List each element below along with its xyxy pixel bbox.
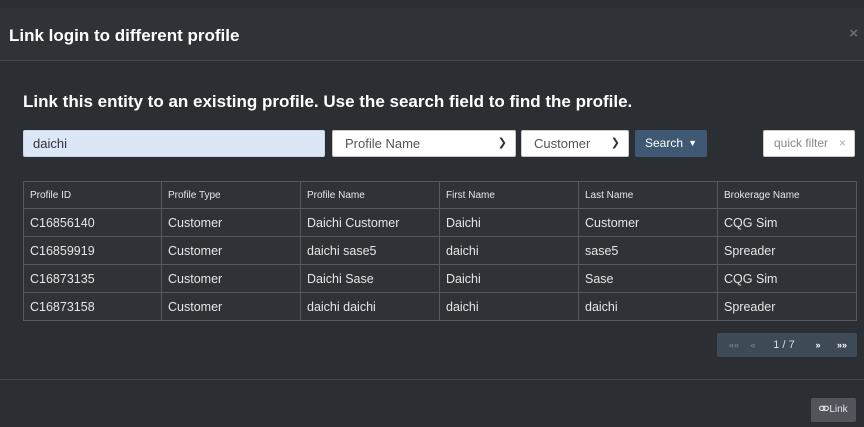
profiles-table: Profile ID Profile Type Profile Name Fir… <box>23 181 857 321</box>
search-input[interactable]: daichi <box>23 130 325 157</box>
link-profile-dialog: Link login to different profile × Link t… <box>0 0 864 427</box>
cell-profile-type: Customer <box>161 208 301 237</box>
link-icon <box>819 405 830 411</box>
profile-type-select[interactable]: Customer ❯ <box>521 130 629 157</box>
cell-first-name: Daichi <box>439 208 579 237</box>
search-field-select-value: Profile Name <box>345 136 421 151</box>
link-button[interactable]: Link <box>811 398 856 422</box>
cell-first-name: daichi <box>439 236 579 265</box>
clear-icon[interactable]: × <box>839 131 846 156</box>
link-button-label: Link <box>829 404 848 415</box>
quick-filter-input[interactable]: quick filter × <box>763 130 855 157</box>
cell-last-name: Customer <box>578 208 718 237</box>
cell-brokerage-name: CQG Sim <box>717 208 857 237</box>
table-row[interactable]: C16856140 Customer Daichi Customer Daich… <box>23 208 857 237</box>
table-header-row: Profile ID Profile Type Profile Name Fir… <box>23 181 857 209</box>
search-field-select[interactable]: Profile Name ❯ <box>332 130 516 157</box>
table-row[interactable]: C16873135 Customer Daichi Sase Daichi Sa… <box>23 264 857 293</box>
cell-profile-name: daichi daichi <box>300 292 440 321</box>
column-header-profile-name[interactable]: Profile Name <box>300 181 440 209</box>
cell-profile-name: daichi sase5 <box>300 236 440 265</box>
dialog-title: Link login to different profile <box>9 26 240 45</box>
cell-last-name: Sase <box>578 264 718 293</box>
cell-profile-id: C16873158 <box>23 292 162 321</box>
cell-profile-type: Customer <box>161 236 301 265</box>
chevron-down-icon: ❯ <box>610 137 620 149</box>
close-icon[interactable]: × <box>849 25 858 42</box>
chevron-down-icon: ❯ <box>497 137 507 149</box>
page-indicator: 1 / 7 <box>773 339 795 351</box>
footer-divider <box>0 379 864 380</box>
cell-brokerage-name: CQG Sim <box>717 264 857 293</box>
pagination: «« « 1 / 7 » »» <box>717 333 857 357</box>
cell-brokerage-name: Spreader <box>717 236 857 265</box>
search-button-label: Search <box>645 136 684 150</box>
quick-filter-placeholder: quick filter <box>774 136 829 150</box>
first-page-button[interactable]: «« <box>725 333 743 357</box>
column-header-last-name[interactable]: Last Name <box>578 181 718 209</box>
table-row[interactable]: C16859919 Customer daichi sase5 daichi s… <box>23 236 857 265</box>
profile-type-select-value: Customer <box>534 136 591 151</box>
search-button[interactable]: Search ▼ <box>635 130 707 157</box>
cell-first-name: Daichi <box>439 264 579 293</box>
next-page-button[interactable]: » <box>809 333 827 357</box>
cell-last-name: daichi <box>578 292 718 321</box>
cell-first-name: daichi <box>439 292 579 321</box>
column-header-profile-id[interactable]: Profile ID <box>23 181 162 209</box>
column-header-profile-type[interactable]: Profile Type <box>161 181 301 209</box>
cell-profile-id: C16856140 <box>23 208 162 237</box>
dialog-header: Link login to different profile × <box>0 8 864 61</box>
cell-profile-name: Daichi Sase <box>300 264 440 293</box>
previous-page-button[interactable]: « <box>745 333 761 357</box>
cell-last-name: sase5 <box>578 236 718 265</box>
cell-profile-type: Customer <box>161 264 301 293</box>
column-header-first-name[interactable]: First Name <box>439 181 579 209</box>
cell-profile-name: Daichi Customer <box>300 208 440 237</box>
cell-profile-type: Customer <box>161 292 301 321</box>
instruction-text: Link this entity to an existing profile.… <box>23 92 633 111</box>
cell-profile-id: C16859919 <box>23 236 162 265</box>
last-page-button[interactable]: »» <box>831 333 853 357</box>
cell-profile-id: C16873135 <box>23 264 162 293</box>
cell-brokerage-name: Spreader <box>717 292 857 321</box>
caret-down-icon[interactable]: ▼ <box>688 130 697 157</box>
column-header-brokerage-name[interactable]: Brokerage Name <box>717 181 857 209</box>
table-row[interactable]: C16873158 Customer daichi daichi daichi … <box>23 292 857 321</box>
